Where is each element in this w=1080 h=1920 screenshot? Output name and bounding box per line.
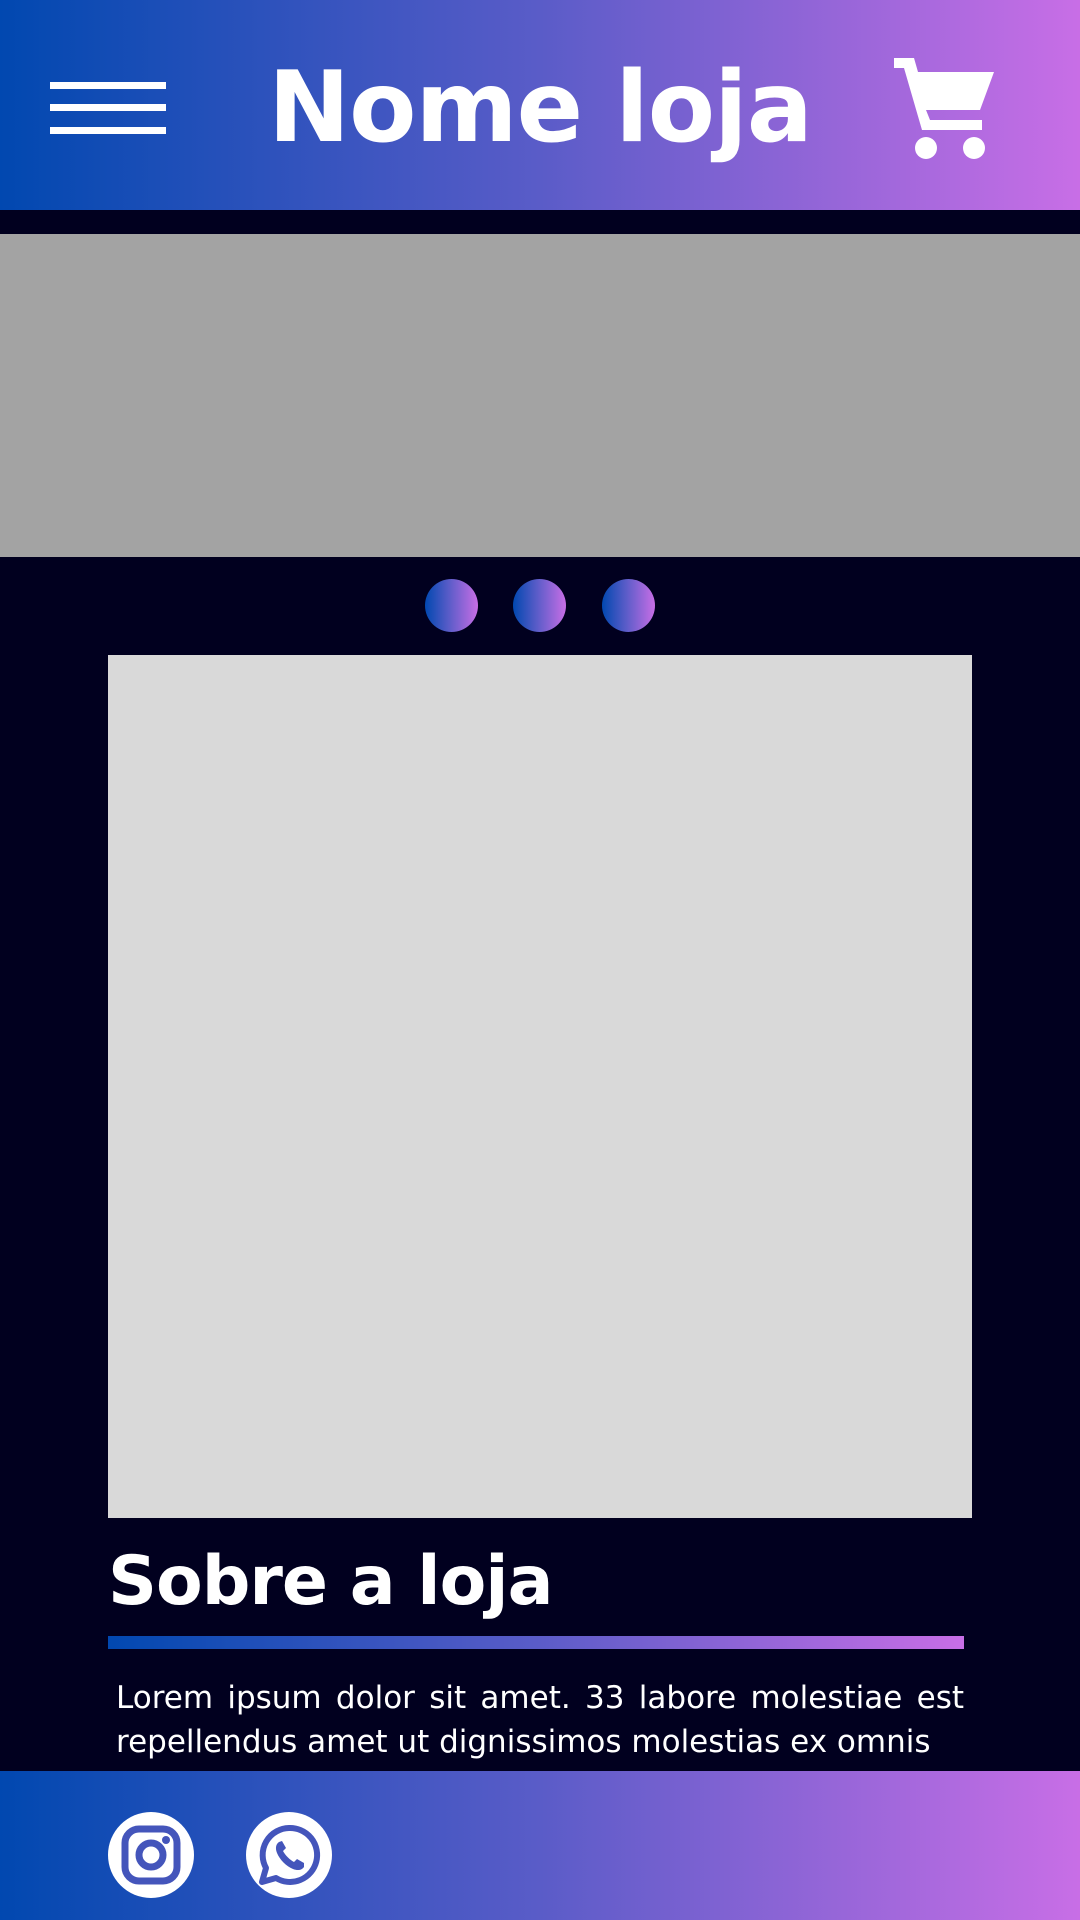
- shopping-cart-icon: [894, 58, 994, 159]
- carousel-dot-3[interactable]: [602, 579, 655, 632]
- about-section-title: Sobre a loja: [108, 1542, 553, 1621]
- menu-button[interactable]: [50, 82, 166, 134]
- instagram-icon: [121, 1825, 181, 1885]
- hamburger-menu-icon: [50, 82, 166, 89]
- featured-image-placeholder: [108, 655, 972, 1518]
- whatsapp-button[interactable]: [246, 1812, 332, 1898]
- whatsapp-icon: [259, 1824, 321, 1885]
- top-app-bar: Nome loja: [0, 0, 1080, 210]
- carousel-indicators: [0, 579, 1080, 633]
- carousel-dot-2[interactable]: [513, 579, 566, 632]
- instagram-button[interactable]: [108, 1812, 194, 1898]
- banner-carousel-slide[interactable]: [0, 234, 1080, 557]
- carousel-dot-1[interactable]: [425, 579, 478, 632]
- about-title-underline: [108, 1636, 964, 1649]
- footer-bar: [0, 1771, 1080, 1920]
- about-description: Lorem ipsum dolor sit amet. 33 labore mo…: [116, 1680, 964, 1760]
- cart-button[interactable]: [890, 54, 1000, 160]
